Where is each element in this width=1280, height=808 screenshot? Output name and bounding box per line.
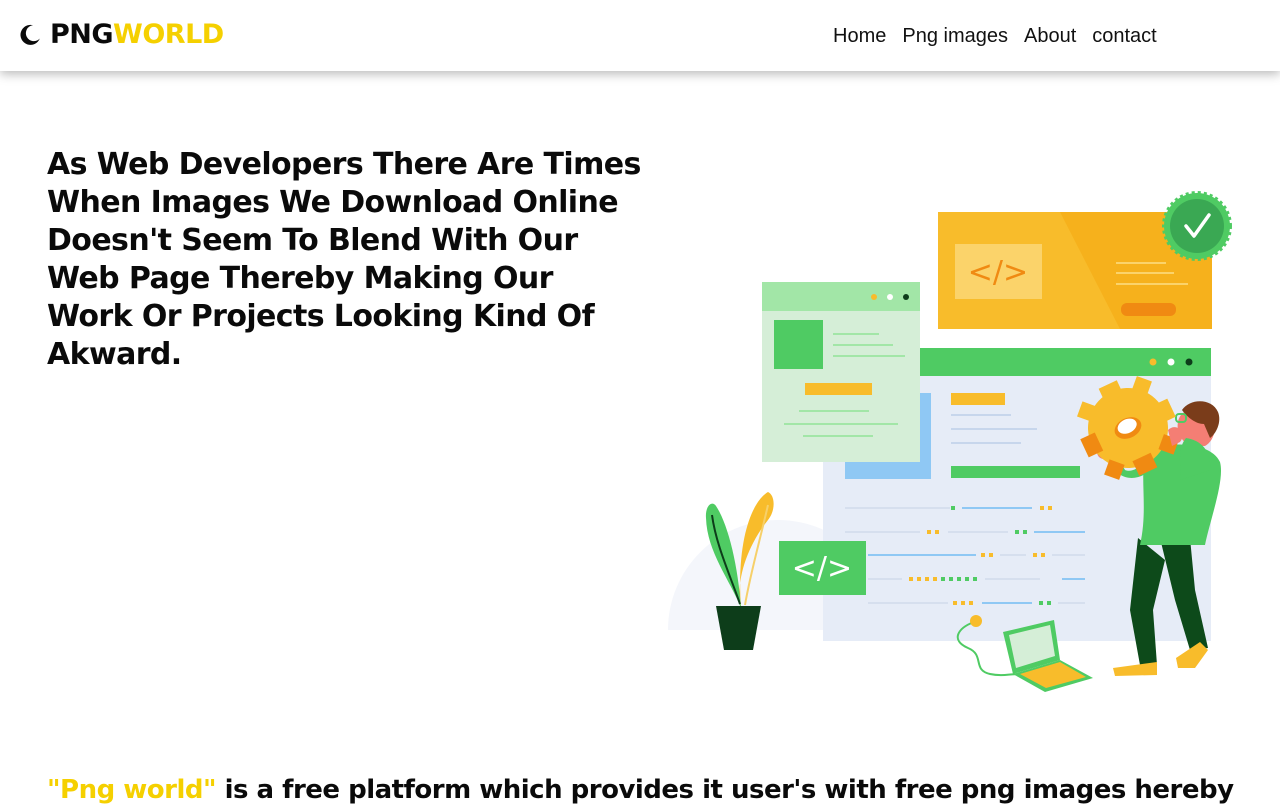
text-line bbox=[951, 442, 1021, 444]
logo-text: PNGWORLD bbox=[50, 18, 224, 52]
text-line bbox=[799, 410, 869, 412]
nav-links: Home Png images About contact bbox=[833, 23, 1157, 49]
window-dot bbox=[903, 294, 909, 300]
navbar: PNGWORLD Home Png images About contact bbox=[0, 0, 1280, 71]
window-dot bbox=[1149, 358, 1157, 366]
text-line bbox=[951, 414, 1011, 416]
text-line bbox=[1116, 272, 1174, 274]
text-line bbox=[803, 435, 873, 437]
window-dot bbox=[871, 294, 877, 300]
text-line bbox=[833, 333, 879, 335]
orange-bar bbox=[951, 393, 1005, 405]
nav-link-contact[interactable]: contact bbox=[1092, 23, 1156, 49]
green-window-header bbox=[762, 282, 920, 311]
text-line bbox=[1116, 262, 1166, 264]
logo-png: PNG bbox=[50, 19, 114, 50]
intro-body: is a free platform which provides it use… bbox=[216, 775, 1234, 805]
code-symbol-orange: </> bbox=[968, 255, 1028, 290]
window-dot bbox=[1185, 358, 1193, 366]
window-dot bbox=[887, 294, 893, 300]
text-line bbox=[784, 423, 898, 425]
green-square bbox=[774, 320, 823, 369]
hero-illustration: </> </> bbox=[668, 191, 1232, 692]
code-symbol-green: </> bbox=[792, 551, 852, 586]
nav-link-about[interactable]: About bbox=[1024, 23, 1076, 49]
nav-link-png-images[interactable]: Png images bbox=[902, 23, 1008, 49]
nav-link-home[interactable]: Home bbox=[833, 23, 886, 49]
moon-icon bbox=[20, 24, 40, 45]
orange-bar bbox=[805, 383, 872, 395]
intro-text: "Png world" is a free platform which pro… bbox=[47, 772, 1247, 808]
hero-heading: As Web Developers There Are Times When I… bbox=[47, 147, 641, 372]
logo-world: WORLD bbox=[113, 19, 224, 50]
check-badge-icon bbox=[1162, 191, 1232, 261]
intro-brand: "Png world" bbox=[47, 775, 217, 805]
green-bar bbox=[951, 466, 1080, 478]
text-line bbox=[951, 428, 1037, 430]
text-line bbox=[833, 355, 905, 357]
orange-pill bbox=[1121, 303, 1176, 316]
text-line bbox=[833, 344, 893, 346]
text-line bbox=[1116, 283, 1188, 285]
window-dot bbox=[1167, 358, 1175, 366]
logo[interactable]: PNGWORLD bbox=[18, 18, 224, 52]
